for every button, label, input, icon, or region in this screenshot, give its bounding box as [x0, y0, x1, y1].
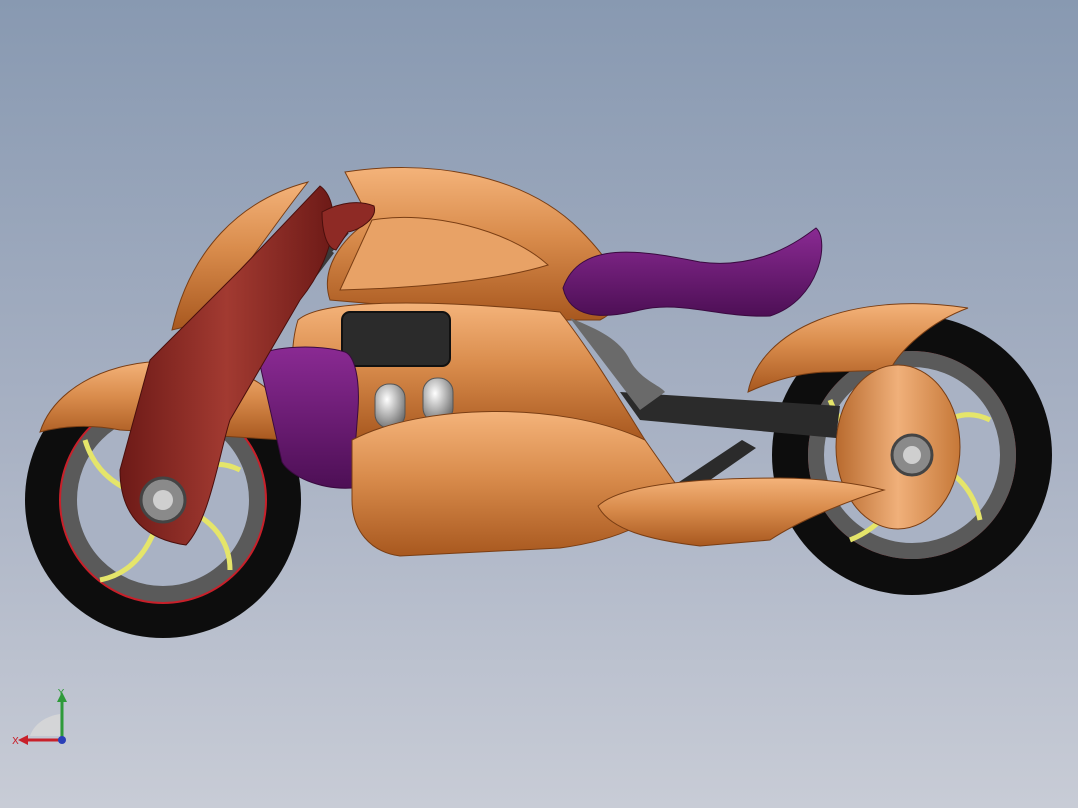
graphics-viewport[interactable]: Y X	[0, 0, 1078, 808]
x-axis-arrow	[18, 735, 28, 745]
z-axis-dot	[58, 736, 66, 744]
motorcycle-model[interactable]	[0, 0, 1078, 808]
triad-plane	[30, 714, 60, 736]
orientation-triad: Y X	[12, 688, 67, 747]
y-axis-label: Y	[57, 688, 65, 699]
seat[interactable]	[562, 227, 823, 317]
side-vent[interactable]	[341, 311, 451, 367]
x-axis-label: X	[12, 736, 19, 747]
